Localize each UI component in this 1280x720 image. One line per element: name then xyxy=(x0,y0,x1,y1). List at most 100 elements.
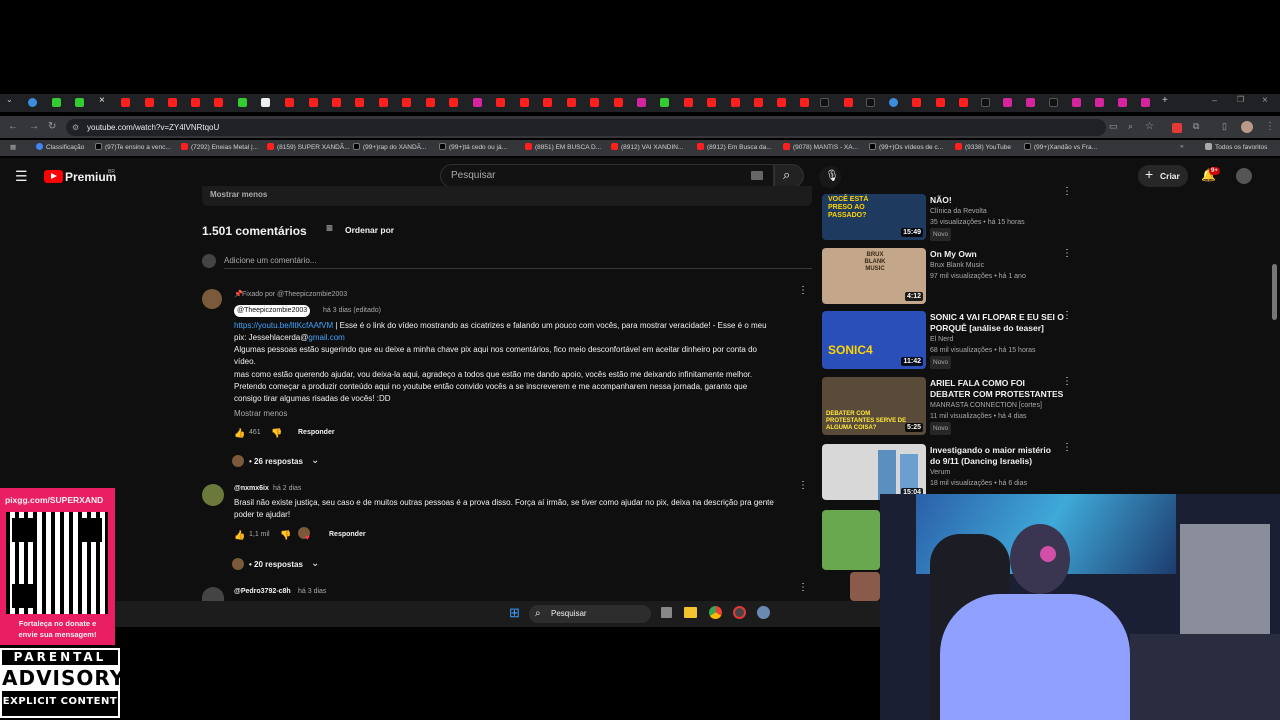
windows-start-icon[interactable]: ⊞ xyxy=(509,606,520,619)
dislike-icon[interactable]: 👎 xyxy=(271,427,282,439)
video-title[interactable]: On My Own xyxy=(930,249,1026,260)
comment-avatar[interactable] xyxy=(202,484,224,506)
tab-favicon[interactable] xyxy=(355,98,364,107)
related-video-info[interactable]: On My Own Brux Blank Music 97 mil visual… xyxy=(930,249,1026,282)
tab-favicon[interactable] xyxy=(52,98,61,107)
comment-avatar[interactable] xyxy=(202,289,222,309)
dislike-icon[interactable]: 👎 xyxy=(280,529,291,541)
tab-favicon[interactable] xyxy=(614,98,623,107)
add-comment-input[interactable]: Adicione um comentário... xyxy=(224,255,317,267)
tab-favicon[interactable] xyxy=(75,98,84,107)
tab-favicon[interactable] xyxy=(520,98,529,107)
bookmark-item[interactable]: (99+)rap do XANDÃ... xyxy=(353,143,426,151)
task-view-icon[interactable] xyxy=(661,607,672,618)
tab-favicon[interactable] xyxy=(473,98,482,107)
comment-time[interactable]: há 3 dias (editado) xyxy=(323,305,381,317)
sort-by-button[interactable]: Ordenar por xyxy=(345,224,394,236)
tab-favicon[interactable] xyxy=(261,98,270,107)
search-button[interactable]: ⌕ xyxy=(774,164,804,188)
tab-favicon[interactable] xyxy=(449,98,458,107)
tab-favicon[interactable] xyxy=(168,98,177,107)
tab-favicon[interactable] xyxy=(912,98,921,107)
tab-list-icon[interactable]: ⌄ xyxy=(6,95,15,104)
video-title-line2[interactable]: DEBATER COM PROTESTANTES xyxy=(930,389,1063,400)
all-bookmarks[interactable]: Todos os favoritos xyxy=(1205,143,1267,151)
channel-name[interactable]: Brux Blank Music xyxy=(930,260,1026,271)
bookmark-item[interactable]: Classificação xyxy=(36,143,84,151)
comment-author[interactable]: @nxmx6ix xyxy=(234,483,269,495)
video-thumbnail[interactable] xyxy=(822,510,880,570)
like-icon[interactable]: 👍 xyxy=(234,427,245,439)
comment-author-badge[interactable]: @Theepiczombie2003 xyxy=(234,305,311,317)
video-thumbnail[interactable]: 15:04 xyxy=(822,444,926,500)
bookmark-item[interactable]: (8912) Em Busca da... xyxy=(697,143,772,151)
tab-favicon[interactable] xyxy=(332,98,341,107)
bookmark-item[interactable]: (9078) MANTIS - XA... xyxy=(783,143,858,151)
show-less-button[interactable]: Mostrar menos xyxy=(234,408,287,420)
tab-favicon[interactable] xyxy=(684,98,693,107)
channel-name[interactable]: MANRASTA CONNECTION [cortes] xyxy=(930,400,1063,411)
tab-favicon[interactable] xyxy=(28,98,37,107)
comment-link[interactable]: https://youtu.be/lltKcfAAfVM xyxy=(234,321,333,330)
video-thumbnail[interactable]: VOCÊ ESTÁ PRESO AO PASSADO? 15:49 xyxy=(822,194,926,240)
tab-favicon[interactable] xyxy=(214,98,223,107)
channel-name[interactable]: Clínica da Revolta xyxy=(930,206,1025,217)
tab-favicon[interactable] xyxy=(637,98,646,107)
tab-favicon[interactable] xyxy=(660,98,669,107)
site-info-icon[interactable]: ⚙ xyxy=(72,123,79,132)
extensions-icon[interactable]: ⧉ xyxy=(1193,121,1199,132)
channel-name[interactable]: Verum xyxy=(930,467,1051,478)
tab-favicon[interactable] xyxy=(981,98,990,107)
reply-button[interactable]: Responder xyxy=(329,529,366,541)
view-replies-button[interactable]: • 20 respostas xyxy=(249,559,303,571)
channel-name[interactable]: El Nerd xyxy=(930,334,1064,345)
tab-favicon[interactable] xyxy=(959,98,968,107)
app-icon[interactable] xyxy=(733,606,746,619)
email-link[interactable]: gmail.com xyxy=(308,333,344,342)
bookmark-item[interactable]: (99+)Os vídeos de c... xyxy=(869,143,943,151)
bookmark-item[interactable]: (8159) SUPER XANDÃ... xyxy=(267,143,350,151)
tab-favicon[interactable] xyxy=(543,98,552,107)
tab-favicon[interactable] xyxy=(145,98,154,107)
tab-favicon[interactable] xyxy=(1003,98,1012,107)
tab-favicon[interactable] xyxy=(707,98,716,107)
tab-favicon[interactable] xyxy=(800,98,809,107)
comment-more-icon[interactable]: ⋮ xyxy=(798,481,808,491)
tab-favicon[interactable] xyxy=(731,98,740,107)
bookmark-item[interactable]: (8912) VAI XANDIN... xyxy=(611,143,683,151)
browser-menu-icon[interactable]: ⋮ xyxy=(1265,121,1275,132)
tab-favicon[interactable] xyxy=(121,98,130,107)
url-input[interactable]: youtube.com/watch?v=ZY4lVNRtqoU xyxy=(66,119,1106,136)
video-thumbnail[interactable]: BRUX BLANK MUSIC 4:12 xyxy=(822,248,926,304)
tab-favicon[interactable] xyxy=(590,98,599,107)
close-window-icon[interactable]: × xyxy=(1262,95,1271,106)
back-icon[interactable]: ← xyxy=(8,121,18,132)
video-title-line2[interactable]: PORQUÊ [análise do teaser] xyxy=(930,323,1064,334)
video-more-icon[interactable]: ⋮ xyxy=(1062,249,1072,259)
taskbar-search-input[interactable]: ⌕ Pesquisar xyxy=(529,605,651,623)
zoom-icon[interactable]: ⌕ xyxy=(1128,121,1133,132)
bookmark-item[interactable]: (97)Te ensino a venc... xyxy=(95,143,171,151)
comment-more-icon[interactable]: ⋮ xyxy=(798,286,808,296)
tab-favicon[interactable] xyxy=(285,98,294,107)
extension-icon[interactable] xyxy=(1172,123,1182,133)
sort-icon[interactable]: ≡ xyxy=(326,222,333,234)
voice-search-button[interactable]: 🎙 xyxy=(819,166,841,188)
restore-icon[interactable]: ❐ xyxy=(1237,95,1246,104)
chevron-down-icon[interactable]: ⌄ xyxy=(311,558,319,570)
reload-icon[interactable]: ↻ xyxy=(48,121,56,132)
tab-favicon[interactable] xyxy=(1141,98,1150,107)
tab-favicon[interactable] xyxy=(1026,98,1035,107)
sidepanel-icon[interactable]: ▯ xyxy=(1222,121,1227,132)
comment-author[interactable]: @Pedro3792-c8h xyxy=(234,586,291,598)
tab-favicon[interactable] xyxy=(496,98,505,107)
video-title[interactable]: Investigando o maior mistério xyxy=(930,445,1051,456)
tab-favicon[interactable] xyxy=(426,98,435,107)
like-icon[interactable]: 👍 xyxy=(234,529,245,541)
chrome-icon[interactable] xyxy=(709,606,722,619)
tab-favicon[interactable] xyxy=(777,98,786,107)
video-title[interactable]: ARIEL FALA COMO FOI xyxy=(930,378,1063,389)
youtube-logo-icon[interactable] xyxy=(44,170,63,183)
comment-more-icon[interactable]: ⋮ xyxy=(798,583,808,593)
video-more-icon[interactable]: ⋮ xyxy=(1062,311,1072,321)
